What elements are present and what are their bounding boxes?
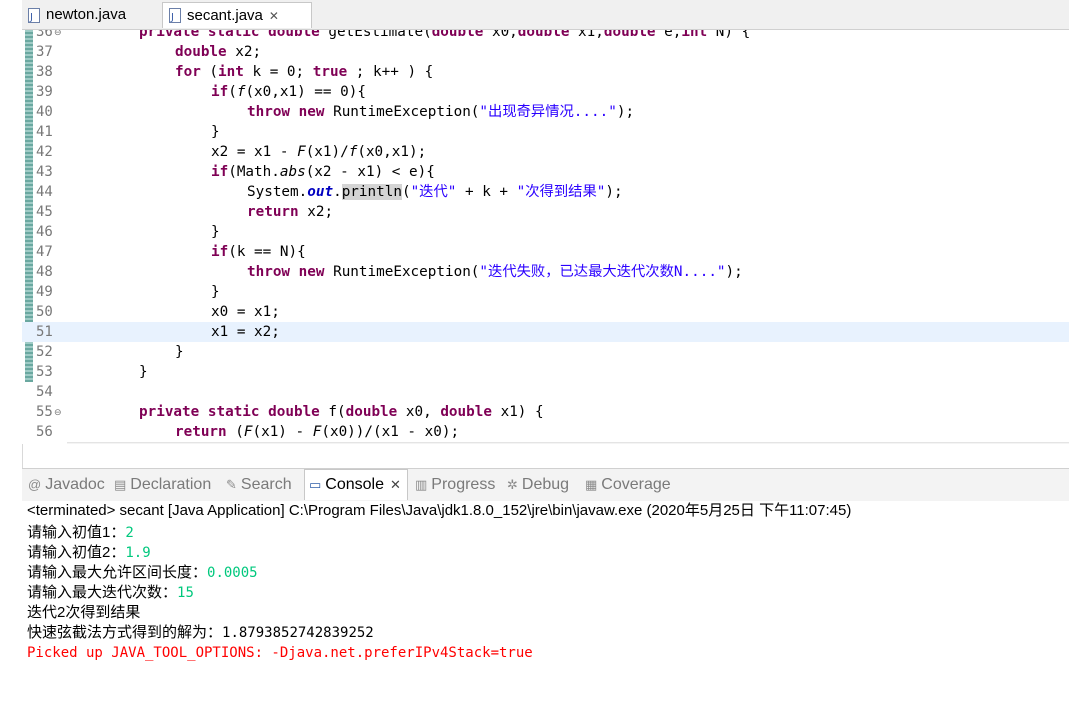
code-line: 43 if(Math.abs(x2 - x1) < e){	[36, 164, 435, 180]
code-editor[interactable]: 36 ⊖ private static double getEstimate(d…	[22, 30, 1069, 444]
line-number: 52	[36, 344, 53, 360]
editor-tab-bar: J newton.java J secant.java ✕	[22, 0, 1069, 30]
java-file-icon: J	[169, 8, 181, 23]
line-number: 53	[36, 364, 53, 380]
code-line: 38 for (int k = 0; true ; k++ ) {	[36, 64, 434, 80]
tab-secant-java[interactable]: J secant.java ✕	[162, 2, 312, 28]
code-line: 56 return (F(x1) - F(x0))/(x1 - x0);	[36, 424, 460, 440]
code-line: 48 throw new RuntimeException("迭代失败，已达最大…	[36, 264, 743, 280]
line-number: 36	[36, 30, 53, 40]
tab-label: Debug	[521, 476, 570, 493]
tab-javadoc[interactable]: @ Javadoc	[28, 469, 105, 501]
tab-newton-java[interactable]: J newton.java	[22, 2, 162, 28]
line-number: 45	[36, 204, 53, 220]
code-line: 44 System.out.println("迭代" + k + "次得到结果"…	[36, 184, 623, 200]
coverage-icon: ▦	[585, 477, 598, 492]
line-number: 44	[36, 184, 53, 200]
line-number: 41	[36, 124, 53, 140]
code-line: 37 double x2;	[36, 44, 262, 60]
search-icon: ✎	[226, 477, 237, 492]
line-number: 43	[36, 164, 53, 180]
console-header: <terminated> secant [Java Application] C…	[27, 502, 852, 519]
left-window-edge	[0, 0, 23, 715]
tab-label: Javadoc	[45, 476, 105, 493]
console-error-line: Picked up JAVA_TOOL_OPTIONS: -Djava.net.…	[27, 645, 533, 661]
code-line: 47 if(k == N){	[36, 244, 306, 260]
close-icon[interactable]: ✕	[390, 469, 401, 501]
console-icon: ▭	[309, 477, 322, 492]
console-output[interactable]: <terminated> secant [Java Application] C…	[22, 501, 1069, 715]
line-number: 37	[36, 44, 53, 60]
code-line: 36 ⊖ private static double getEstimate(d…	[22, 30, 1069, 42]
progress-icon: ▥	[415, 477, 428, 492]
code-line: 39 if(f(x0,x1) == 0){	[36, 84, 366, 100]
line-number: 38	[36, 64, 53, 80]
line-number: 48	[36, 264, 53, 280]
line-number: 46	[36, 224, 53, 240]
debug-icon: ✲	[507, 477, 518, 492]
fold-icon[interactable]: ⊖	[54, 30, 62, 42]
tab-coverage[interactable]: ▦ Coverage	[585, 469, 671, 501]
close-icon[interactable]: ✕	[269, 3, 279, 29]
tab-search[interactable]: ✎ Search	[226, 469, 292, 501]
code-line: 54	[22, 382, 1069, 402]
code-line-current: 51 x1 = x2;	[22, 322, 1069, 342]
view-tab-bar: @ Javadoc ▤ Declaration ✎ Search ▭ Conso…	[22, 468, 1069, 502]
console-line: 快速弦截法方式得到的解为：1.8793852742839252	[27, 624, 374, 641]
horizontal-scrollbar[interactable]: <	[67, 442, 1069, 444]
line-number: 47	[36, 244, 53, 260]
tab-label: newton.java	[46, 6, 127, 23]
line-number: 49	[36, 284, 53, 300]
tab-label: Search	[240, 476, 292, 493]
console-line: 迭代2次得到结果	[27, 604, 141, 621]
console-line: 请输入最大迭代次数：15	[27, 584, 194, 601]
tab-console[interactable]: ▭ Console ✕	[304, 469, 408, 500]
javadoc-icon: @	[28, 477, 42, 492]
code-line: 53 }	[36, 364, 148, 380]
line-number: 56	[36, 424, 53, 440]
code-line: 49 }	[36, 284, 220, 300]
code-line: 41 }	[36, 124, 220, 140]
tab-label: Declaration	[130, 476, 212, 493]
code-line: 50 x0 = x1;	[36, 304, 280, 320]
line-number: 40	[36, 104, 53, 120]
code-line: 40 throw new RuntimeException("出现奇异情况...…	[36, 104, 635, 120]
svg-text:J: J	[29, 12, 33, 23]
line-number: 42	[36, 144, 53, 160]
line-number: 39	[36, 84, 53, 100]
line-number: 55	[36, 404, 53, 420]
tab-label: Console	[325, 476, 384, 493]
code-line: 52 }	[36, 344, 184, 360]
tab-label: secant.java	[187, 6, 263, 24]
tab-debug[interactable]: ✲ Debug	[507, 469, 569, 501]
line-number: 51	[36, 324, 53, 340]
java-file-icon: J	[28, 7, 40, 23]
console-line: 请输入初值2：1.9	[27, 544, 151, 561]
line-number: 50	[36, 304, 53, 320]
code-line: 55 ⊖ private static double f(double x0, …	[36, 402, 544, 422]
tab-label: Coverage	[601, 476, 671, 493]
declaration-icon: ▤	[114, 477, 127, 492]
code-line: 45 return x2;	[36, 204, 334, 220]
console-line: 请输入初值1：2	[27, 524, 134, 541]
code-line: 46 }	[36, 224, 220, 240]
console-line: 请输入最大允许区间长度：0.0005	[27, 564, 258, 581]
code-line: 42 x2 = x1 - F(x1)/f(x0,x1);	[36, 144, 427, 160]
fold-icon[interactable]: ⊖	[54, 402, 62, 422]
svg-text:J: J	[170, 12, 174, 23]
tab-declaration[interactable]: ▤ Declaration	[114, 469, 211, 501]
line-number: 54	[36, 384, 53, 400]
tab-progress[interactable]: ▥ Progress	[415, 469, 495, 501]
scroll-left-icon[interactable]: <	[73, 443, 81, 444]
tab-label: Progress	[431, 476, 496, 493]
